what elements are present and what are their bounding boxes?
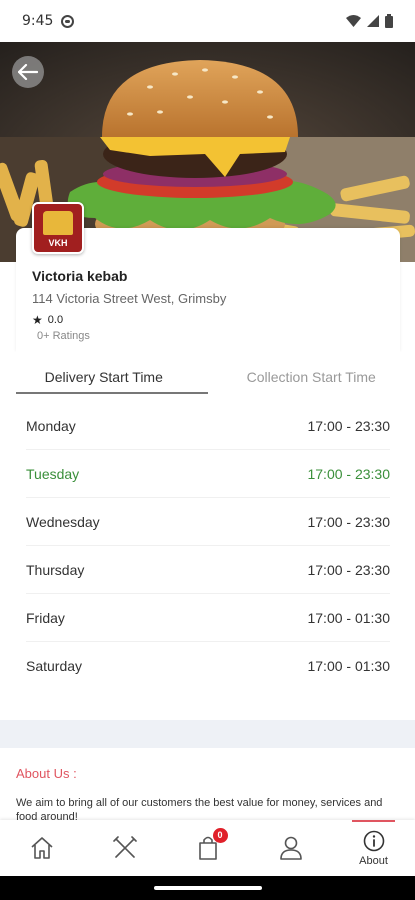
restaurant-logo: VKH (32, 202, 84, 254)
schedule-row: Friday 17:00 - 01:30 (26, 594, 390, 642)
day-hours: 17:00 - 23:30 (307, 465, 390, 482)
schedule-row: Monday 17:00 - 23:30 (26, 402, 390, 450)
nav-about[interactable]: About (332, 820, 415, 876)
signal-icon (367, 15, 379, 27)
user-icon (279, 836, 302, 860)
day-hours: 17:00 - 23:30 (307, 417, 390, 434)
nav-profile[interactable] (249, 820, 332, 876)
status-icons (346, 14, 393, 28)
logo-text: VKH (48, 237, 68, 248)
day-label: Thursday (26, 561, 85, 578)
restaurant-card: VKH Victoria kebab 114 Victoria Street W… (16, 202, 400, 352)
star-icon: ★ (32, 313, 43, 327)
day-label: Monday (26, 417, 76, 434)
day-label: Tuesday (26, 465, 80, 482)
restaurant-name: Victoria kebab (32, 268, 128, 284)
day-label: Wednesday (26, 513, 100, 530)
about-title: About Us : (16, 766, 77, 781)
section-divider (0, 720, 415, 748)
about-text: We aim to bring all of our customers the… (16, 797, 383, 820)
home-gesture-pill[interactable] (154, 886, 262, 890)
about-section: About Us : We aim to bring all of our cu… (0, 748, 415, 820)
day-hours: 17:00 - 01:30 (307, 658, 390, 674)
day-label: Friday (26, 609, 65, 626)
cart-badge: 0 (212, 828, 228, 843)
tab-delivery-start-time[interactable]: Delivery Start Time (0, 356, 208, 396)
restaurant-address: 114 Victoria Street West, Grimsby (32, 291, 227, 306)
status-bar: 9:45 (0, 0, 415, 42)
day-label: Saturday (26, 658, 83, 674)
wifi-icon (346, 15, 361, 27)
nav-home[interactable] (0, 820, 83, 876)
schedule-row: Saturday 17:00 - 01:30 (26, 642, 390, 690)
status-time: 9:45 (22, 13, 54, 29)
gesture-bar (0, 876, 415, 900)
notification-icon (61, 14, 75, 28)
schedule-tabs: Delivery Start Time Collection Start Tim… (0, 356, 415, 396)
schedule-row-today: Tuesday 17:00 - 23:30 (26, 450, 390, 498)
nav-cart[interactable]: 0 (166, 820, 249, 876)
rating-row: ★ 0.0 (32, 313, 384, 327)
day-hours: 17:00 - 23:30 (307, 513, 390, 530)
nav-menu[interactable] (83, 820, 166, 876)
rating-value: 0.0 (47, 314, 64, 326)
ratings-count: 0+ Ratings (37, 330, 90, 342)
battery-icon (385, 14, 393, 28)
home-icon (30, 837, 53, 859)
info-icon (363, 830, 384, 851)
schedule-row: Wednesday 17:00 - 23:30 (26, 498, 390, 546)
day-hours: 17:00 - 23:30 (307, 561, 390, 578)
fork-knife-icon (112, 836, 137, 858)
tab-collection-start-time[interactable]: Collection Start Time (208, 356, 415, 396)
nav-about-label: About (359, 854, 388, 867)
arrow-left-icon (18, 64, 38, 80)
day-hours: 17:00 - 01:30 (307, 609, 390, 626)
schedule-list: Monday 17:00 - 23:30 Tuesday 17:00 - 23:… (26, 402, 390, 690)
schedule-row: Thursday 17:00 - 23:30 (26, 546, 390, 594)
logo-emblem (43, 210, 73, 235)
bottom-nav: 0 About (0, 820, 415, 876)
back-button[interactable] (12, 56, 44, 88)
